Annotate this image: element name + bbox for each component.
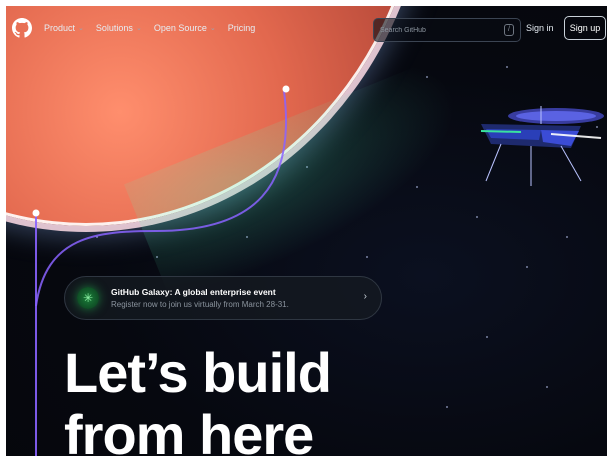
nav-open-source-label: Open Source xyxy=(153,23,207,33)
search-shortcut-badge: / xyxy=(504,24,514,36)
search-box[interactable]: / xyxy=(373,18,521,42)
hero-line-1: Let’s build xyxy=(64,341,332,404)
nav-open-source[interactable]: Open Source ⌄ xyxy=(154,23,216,33)
announcement-text: GitHub Galaxy: A global enterprise event… xyxy=(111,287,289,309)
orbit-node-left xyxy=(32,209,40,217)
announcement-subtitle: Register now to join us virtually from M… xyxy=(111,300,289,309)
nav-solutions-label: Solutions xyxy=(95,23,133,33)
chevron-down-icon: ⌄ xyxy=(209,25,216,32)
chevron-down-icon: ⌄ xyxy=(135,25,142,32)
nav-pricing-label: Pricing xyxy=(227,23,256,33)
github-logo-icon[interactable] xyxy=(12,18,32,38)
search-input[interactable] xyxy=(380,26,490,34)
announcement-title: GitHub Galaxy: A global enterprise event xyxy=(111,287,276,297)
sparkle-icon: ✳ xyxy=(77,287,99,309)
hero-headline: Let’s build from here xyxy=(64,341,332,457)
hero-line-2: from here xyxy=(64,403,314,457)
sign-up-button[interactable]: Sign up xyxy=(564,16,606,40)
hero-stage: Product ⌄ Solutions ⌄ Open Source ⌄ Pric… xyxy=(6,6,607,456)
sign-in-link[interactable]: Sign in xyxy=(526,23,554,33)
nav-product-label: Product xyxy=(44,23,76,33)
orbit-node-top xyxy=(282,85,290,93)
chevron-down-icon: ⌄ xyxy=(78,25,84,32)
nav-solutions[interactable]: Solutions ⌄ xyxy=(96,23,142,33)
nav-pricing[interactable]: Pricing xyxy=(228,23,256,33)
nav-product[interactable]: Product ⌄ xyxy=(44,23,84,33)
spaceship-illustration xyxy=(480,106,604,186)
chevron-right-icon: › xyxy=(363,291,367,302)
announcement-banner[interactable]: ✳ GitHub Galaxy: A global enterprise eve… xyxy=(64,276,382,320)
orbit-line-curve xyxy=(35,90,288,307)
primary-nav: Product ⌄ Solutions ⌄ Open Source ⌄ Pric… xyxy=(44,23,255,33)
